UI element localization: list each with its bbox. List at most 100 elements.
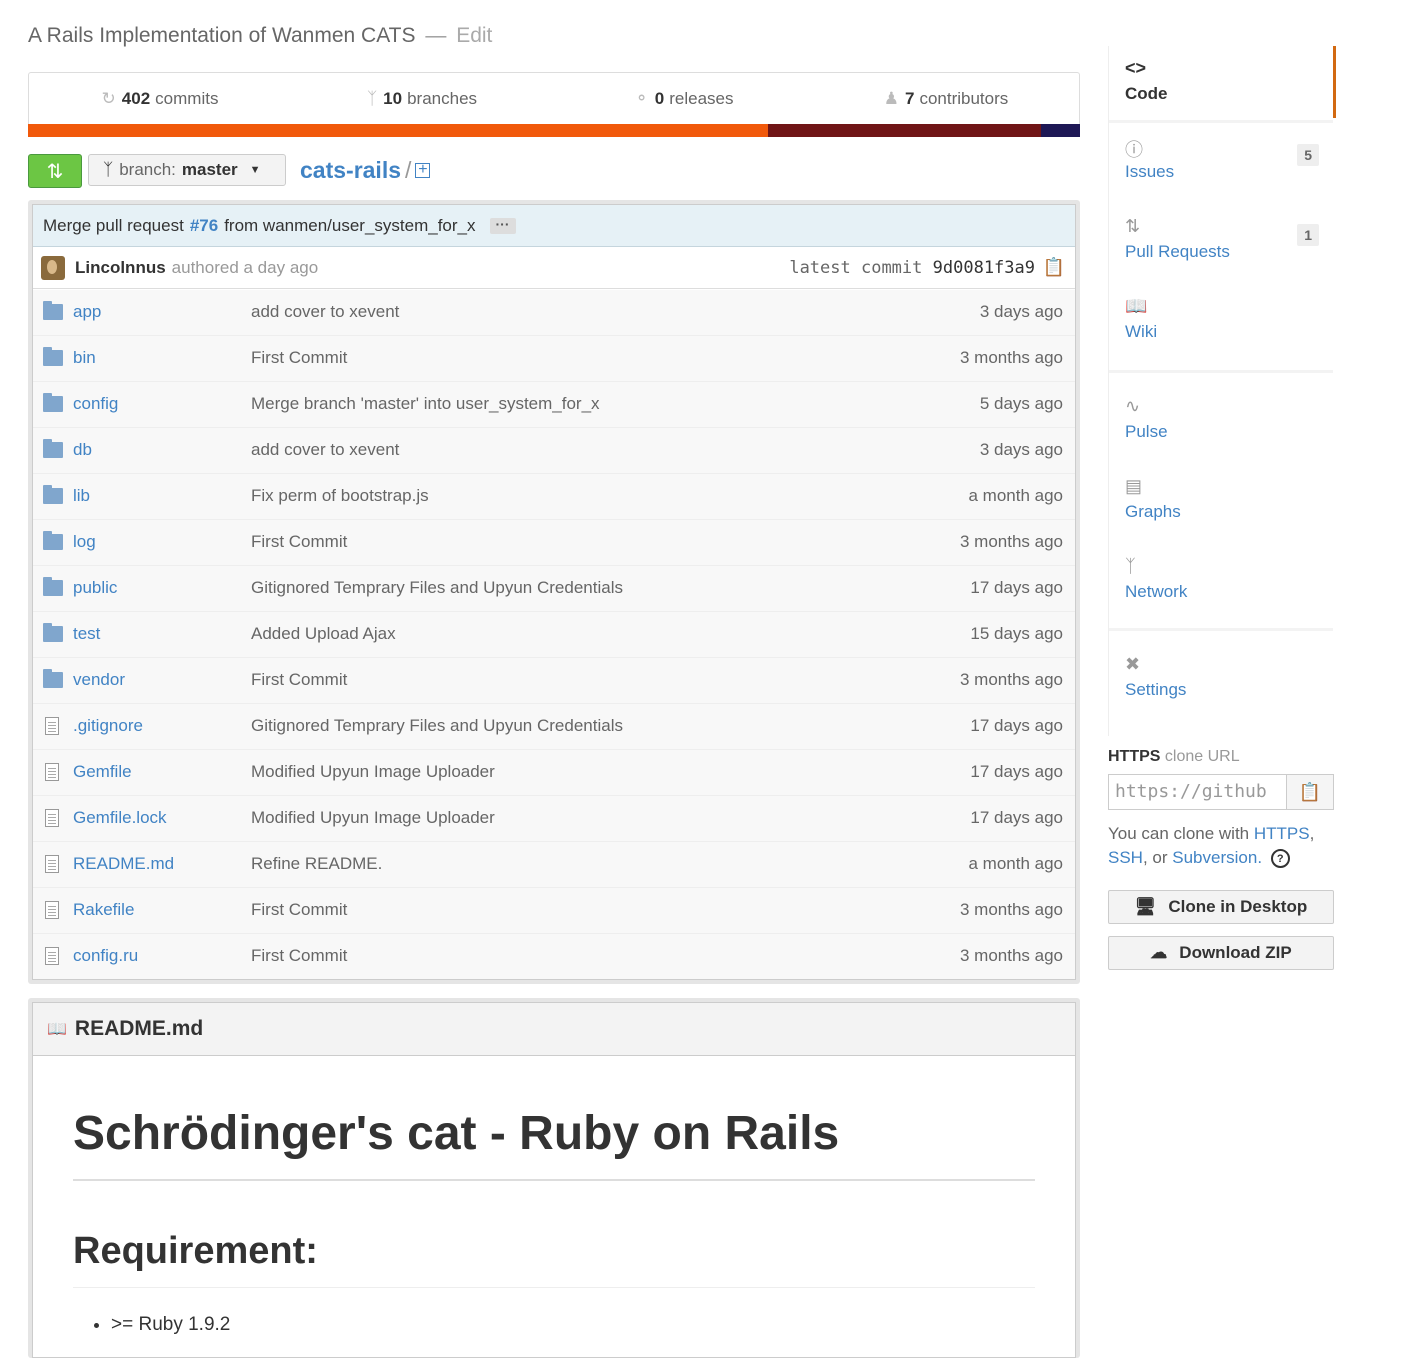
table-row[interactable]: .gitignore Gitignored Temprary Files and … (33, 704, 1075, 750)
releases-count: 0 (654, 89, 665, 108)
commits-stat[interactable]: ↻ 402 commits (29, 73, 291, 125)
file-age: 3 months ago (959, 946, 1063, 965)
table-row[interactable]: config Merge branch 'master' into user_sy… (33, 382, 1075, 428)
commit-message-link[interactable]: Gitignored Temprary Files and Upyun Cred… (251, 578, 623, 598)
branches-count: 10 (383, 89, 403, 108)
clone-url-input[interactable]: https://github (1108, 774, 1286, 810)
commit-sha[interactable]: 9d0081f3a9 (933, 258, 1035, 278)
table-row[interactable]: test Added Upload Ajax 15 days ago (33, 612, 1075, 658)
clone-in-desktop-button[interactable]: 🖥 Clone in Desktop (1108, 890, 1334, 924)
avatar[interactable] (41, 255, 65, 280)
commit-author[interactable]: Lincolnnus (75, 258, 166, 278)
language-segment[interactable] (1041, 124, 1080, 137)
file-name-link[interactable]: test (73, 624, 100, 644)
commit-message-link[interactable]: First Commit (251, 532, 347, 552)
commit-message-link[interactable]: Gitignored Temprary Files and Upyun Cred… (251, 716, 623, 736)
repo-root-link[interactable]: cats-rails (300, 157, 401, 184)
commit-message-link[interactable]: Fix perm of bootstrap.js (251, 486, 429, 506)
pull-request-link[interactable]: #76 (190, 216, 218, 236)
commits-count: 402 (121, 89, 151, 108)
file-name-link[interactable]: bin (73, 348, 96, 368)
file-icon (45, 901, 59, 919)
table-row[interactable]: Rakefile First Commit 3 months ago (33, 888, 1075, 934)
file-age: 3 days ago (979, 302, 1063, 321)
commit-message-link[interactable]: First Commit (251, 946, 347, 966)
commit-message-link[interactable]: First Commit (251, 900, 347, 920)
file-name-link[interactable]: lib (73, 486, 90, 506)
table-row[interactable]: public Gitignored Temprary Files and Upyu… (33, 566, 1075, 612)
language-bar[interactable] (28, 124, 1080, 137)
question-icon[interactable]: ? (1270, 849, 1290, 869)
nav-item-graphs[interactable]: ▤ Graphs (1109, 464, 1333, 536)
file-name-link[interactable]: public (73, 578, 117, 598)
file-name-link[interactable]: app (73, 302, 101, 322)
file-name-link[interactable]: README.md (73, 854, 174, 874)
compare-icon: ⇅ (46, 160, 64, 183)
table-row[interactable]: lib Fix perm of bootstrap.js a month ago (33, 474, 1075, 520)
branch-icon: ᛉ (103, 160, 114, 179)
expand-commit-button[interactable]: ··· (489, 217, 516, 234)
folder-icon (43, 347, 63, 366)
commit-message-link[interactable]: Modified Upyun Image Uploader (251, 808, 495, 828)
table-row[interactable]: app add cover to xevent 3 days ago (33, 290, 1075, 336)
subversion-clone-link[interactable]: Subversion (1172, 848, 1257, 867)
nav-item-code[interactable]: <> Code (1109, 46, 1336, 118)
file-name-link[interactable]: db (73, 440, 92, 460)
copy-url-button[interactable]: 📋 (1286, 774, 1334, 810)
latest-commit-sha[interactable]: latest commit 9d0081f3a9 (789, 258, 1035, 278)
nav-item-settings[interactable]: ✖ Settings (1109, 642, 1333, 714)
table-row[interactable]: config.ru First Commit 3 months ago (33, 934, 1075, 979)
file-name-link[interactable]: .gitignore (73, 716, 143, 736)
commit-message-link[interactable]: Modified Upyun Image Uploader (251, 762, 495, 782)
add-file-icon[interactable]: + (415, 162, 431, 178)
file-name-link[interactable]: config.ru (73, 946, 138, 966)
table-row[interactable]: Gemfile.lock Modified Upyun Image Uploade… (33, 796, 1075, 842)
folder-icon (43, 577, 63, 596)
commit-message-link[interactable]: First Commit (251, 348, 347, 368)
file-name-link[interactable]: Rakefile (73, 900, 134, 920)
download-zip-button[interactable]: ☁ Download ZIP (1108, 936, 1334, 970)
clone-url-heading: HTTPS clone URL (1108, 748, 1240, 766)
ssh-clone-link[interactable]: SSH (1108, 848, 1143, 867)
releases-stat[interactable]: ⚬ 0 releases (553, 73, 815, 125)
latest-commit-label: latest commit (789, 257, 923, 278)
nav-item-network[interactable]: ᛉ Network (1109, 544, 1333, 616)
commit-message-link[interactable]: Merge branch 'master' into user_system_f… (251, 394, 600, 414)
file-name-link[interactable]: Gemfile.lock (73, 808, 167, 828)
nav-item-wiki[interactable]: 📖 Wiki (1109, 284, 1333, 356)
nav-label-settings: Settings (1125, 680, 1187, 699)
commit-message-link[interactable]: First Commit (251, 670, 347, 690)
file-age: a month ago (968, 486, 1063, 505)
table-row[interactable]: vendor First Commit 3 months ago (33, 658, 1075, 704)
repo-stats-bar: ↻ 402 commits ᛉ 10 branches ⚬ 0 releases… (28, 72, 1080, 125)
file-name-link[interactable]: Gemfile (73, 762, 132, 782)
nav-item-issues[interactable]: ⓘ Issues 5 (1109, 124, 1333, 196)
commit-message-link[interactable]: add cover to xevent (251, 440, 399, 460)
commit-message-link[interactable]: Refine README. (251, 854, 382, 874)
compare-button[interactable]: ⇅ (28, 154, 82, 188)
table-row[interactable]: README.md Refine README. a month ago (33, 842, 1075, 888)
language-segment[interactable] (767, 124, 1042, 137)
file-name-link[interactable]: vendor (73, 670, 125, 690)
table-row[interactable]: Gemfile Modified Upyun Image Uploader 17 d… (33, 750, 1075, 796)
nav-label-wiki: Wiki (1125, 322, 1158, 341)
file-name-link[interactable]: config (73, 394, 118, 414)
commit-message-link[interactable]: add cover to xevent (251, 302, 399, 322)
contributors-stat[interactable]: ♟ 7 contributors (815, 73, 1077, 125)
table-row[interactable]: log First Commit 3 months ago (33, 520, 1075, 566)
nav-item-pull-requests[interactable]: ⇅ Pull Requests 1 (1109, 204, 1333, 276)
nav-item-pulse[interactable]: ∿ Pulse (1109, 384, 1333, 456)
download-zip-label: Download ZIP (1179, 943, 1292, 962)
language-segment[interactable] (28, 124, 768, 137)
table-row[interactable]: bin First Commit 3 months ago (33, 336, 1075, 382)
clipboard-icon[interactable]: 📋 (1043, 257, 1065, 278)
pull-request-icon: ⇅ (1125, 216, 1141, 236)
table-row[interactable]: db add cover to xevent 3 days ago (33, 428, 1075, 474)
branch-select-button[interactable]: ᛉ branch: master ▼ (88, 154, 286, 186)
commit-message-link[interactable]: Added Upload Ajax (251, 624, 396, 644)
readme-section-heading: Requirement: (73, 1230, 1035, 1288)
branches-stat[interactable]: ᛉ 10 branches (291, 73, 553, 125)
https-clone-link[interactable]: HTTPS (1254, 824, 1310, 843)
file-name-link[interactable]: log (73, 532, 96, 552)
edit-description-link[interactable]: Edit (456, 24, 492, 47)
